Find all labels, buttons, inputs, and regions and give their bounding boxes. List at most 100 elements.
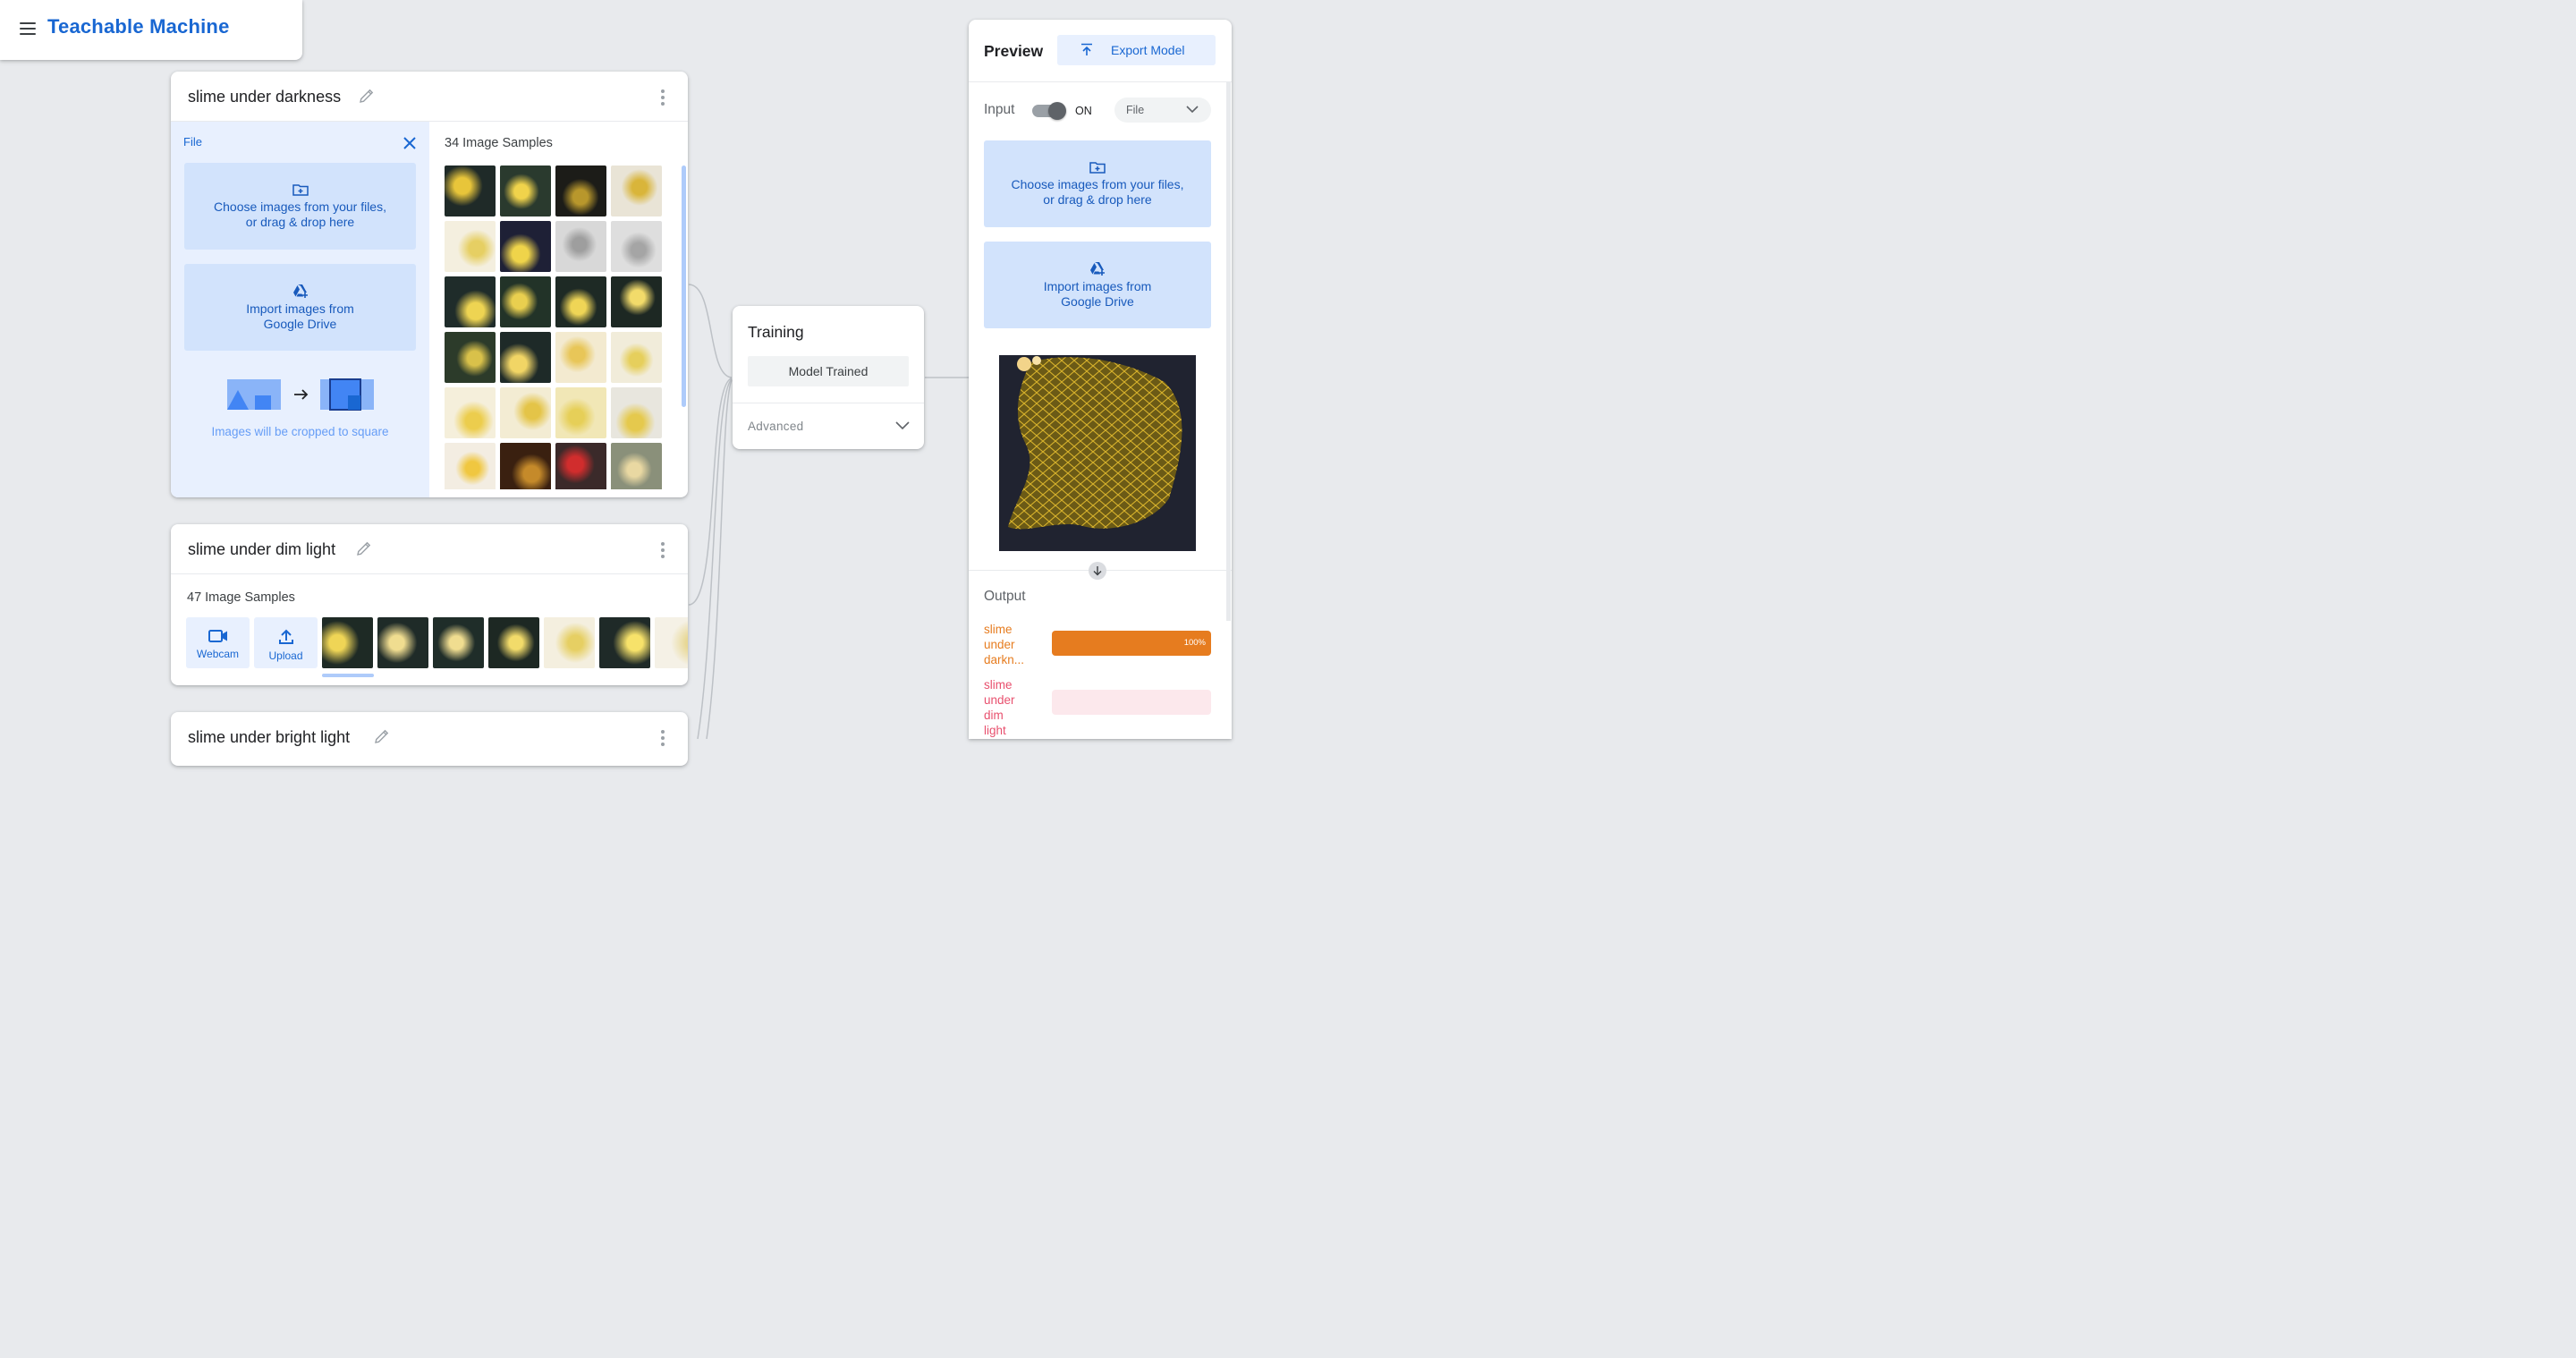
choose-files-line2: or drag & drop here bbox=[245, 214, 355, 229]
train-model-button[interactable]: Model Trained bbox=[748, 356, 909, 386]
chevron-down-icon bbox=[1186, 106, 1199, 114]
sample-count: 34 Image Samples bbox=[445, 136, 553, 150]
class-card-dim-light: slime under dim light 47 Image Samples W… bbox=[171, 524, 688, 685]
crop-note: Images will be cropped to square bbox=[211, 425, 389, 438]
folder-add-icon bbox=[1089, 161, 1106, 174]
sample-thumbnail[interactable] bbox=[488, 617, 539, 668]
class-header: slime under darkness bbox=[171, 72, 688, 122]
choose-files-line1: Choose images from your files, bbox=[1011, 176, 1184, 191]
google-drive-import-button[interactable]: Import images from Google Drive bbox=[184, 264, 416, 351]
sample-thumbnail[interactable] bbox=[544, 617, 595, 668]
drive-line1: Import images from bbox=[246, 301, 354, 316]
preview-image bbox=[999, 355, 1196, 551]
input-toggle-knob[interactable] bbox=[1048, 102, 1066, 120]
class-header: slime under dim light bbox=[171, 524, 688, 574]
sample-thumbnail[interactable] bbox=[500, 387, 551, 438]
output-label: Output bbox=[984, 589, 1026, 604]
input-source-select[interactable]: File bbox=[1114, 98, 1211, 123]
output-class-name-line: under bbox=[984, 693, 1015, 707]
file-panel-label: File bbox=[183, 135, 202, 149]
class-name[interactable]: slime under bright light bbox=[188, 728, 350, 747]
choose-files-dropzone[interactable]: Choose images from your files, or drag &… bbox=[184, 163, 416, 250]
sample-thumbnail[interactable] bbox=[599, 617, 650, 668]
sample-thumbnail[interactable] bbox=[433, 617, 484, 668]
arrow-down-icon bbox=[1089, 562, 1106, 580]
output-class-name-line: slime bbox=[984, 623, 1013, 636]
preview-title: Preview bbox=[984, 42, 1044, 60]
webcam-icon bbox=[208, 630, 227, 642]
output-class-name-line: dim bbox=[984, 709, 1004, 722]
confidence-bar-track bbox=[1052, 690, 1211, 715]
preview-panel: Preview Export Model Input ON File Choos… bbox=[969, 20, 1232, 739]
preview-scrollbar[interactable] bbox=[1226, 82, 1231, 621]
sample-thumbnail[interactable] bbox=[445, 332, 496, 383]
menu-icon[interactable] bbox=[20, 22, 36, 35]
app-header: Teachable Machine bbox=[0, 0, 302, 60]
sample-thumbnail[interactable] bbox=[611, 443, 662, 489]
google-drive-icon bbox=[292, 284, 308, 298]
more-options-icon[interactable] bbox=[661, 542, 665, 561]
sample-thumbnail[interactable] bbox=[555, 443, 606, 489]
close-icon[interactable] bbox=[402, 136, 417, 150]
sample-thumbnail[interactable] bbox=[445, 276, 496, 327]
sample-thumbnail[interactable] bbox=[500, 443, 551, 489]
output-class-name-line: light bbox=[984, 724, 1006, 737]
export-model-button[interactable]: Export Model bbox=[1057, 35, 1216, 65]
sample-thumbnail[interactable] bbox=[611, 221, 662, 272]
sample-thumbnail[interactable] bbox=[500, 221, 551, 272]
edit-pencil-icon[interactable] bbox=[373, 727, 391, 745]
sample-thumbnail[interactable] bbox=[611, 276, 662, 327]
output-class-name-line: slime bbox=[984, 678, 1013, 692]
sample-thumbnail[interactable] bbox=[555, 332, 606, 383]
sample-thumbnail[interactable] bbox=[322, 617, 373, 668]
upload-label: Upload bbox=[268, 649, 303, 662]
preview-choose-files-dropzone[interactable]: Choose images from your files, or drag &… bbox=[984, 140, 1211, 227]
sample-thumbnail[interactable] bbox=[377, 617, 428, 668]
choose-files-line2: or drag & drop here bbox=[1043, 191, 1152, 207]
webcam-label: Webcam bbox=[196, 648, 240, 660]
sample-thumbnail[interactable] bbox=[445, 387, 496, 438]
edit-pencil-icon[interactable] bbox=[358, 87, 376, 105]
google-drive-icon bbox=[1090, 261, 1105, 276]
upload-icon bbox=[278, 629, 293, 644]
sample-thumbnail[interactable] bbox=[555, 166, 606, 216]
more-options-icon[interactable] bbox=[661, 89, 665, 108]
output-class-name-line: under bbox=[984, 638, 1015, 651]
edit-pencil-icon[interactable] bbox=[355, 539, 373, 557]
sample-thumbnail[interactable] bbox=[500, 276, 551, 327]
output-class-name: slime under darkn... bbox=[984, 622, 1038, 667]
crop-to-square-illustration bbox=[227, 378, 374, 411]
sample-thumbnail[interactable] bbox=[655, 617, 688, 668]
output-class-name: slime under dim light bbox=[984, 677, 1038, 738]
sample-grid[interactable] bbox=[445, 166, 663, 489]
folder-add-icon bbox=[292, 183, 309, 196]
app-title[interactable]: Teachable Machine bbox=[47, 15, 230, 38]
sample-thumbnail[interactable] bbox=[445, 443, 496, 489]
export-icon bbox=[1081, 43, 1092, 55]
webcam-button[interactable]: Webcam bbox=[186, 617, 250, 668]
sample-thumbnail[interactable] bbox=[445, 166, 496, 216]
sample-thumbnail[interactable] bbox=[555, 387, 606, 438]
class-name[interactable]: slime under darkness bbox=[188, 88, 341, 106]
advanced-toggle[interactable]: Advanced bbox=[748, 420, 803, 433]
file-upload-panel: File Choose images from your files, or d… bbox=[171, 122, 429, 497]
chevron-down-icon[interactable] bbox=[895, 421, 910, 430]
more-options-icon[interactable] bbox=[661, 730, 665, 749]
confidence-bar-track: 100% bbox=[1052, 631, 1211, 656]
sample-thumbnail[interactable] bbox=[500, 166, 551, 216]
samples-scrollbar[interactable] bbox=[682, 166, 686, 407]
sample-thumbnail[interactable] bbox=[445, 221, 496, 272]
sample-thumbnail[interactable] bbox=[555, 221, 606, 272]
toggle-state: ON bbox=[1075, 105, 1092, 117]
sample-thumbnail[interactable] bbox=[611, 166, 662, 216]
sample-thumbnail[interactable] bbox=[555, 276, 606, 327]
preview-google-drive-button[interactable]: Import images from Google Drive bbox=[984, 242, 1211, 328]
class-card-bright-light: slime under bright light bbox=[171, 712, 688, 766]
output-class-name-line: darkn... bbox=[984, 653, 1025, 666]
strip-scroll-indicator[interactable] bbox=[322, 674, 374, 677]
upload-button[interactable]: Upload bbox=[254, 617, 318, 668]
sample-thumbnail[interactable] bbox=[611, 332, 662, 383]
sample-thumbnail[interactable] bbox=[500, 332, 551, 383]
sample-thumbnail[interactable] bbox=[611, 387, 662, 438]
class-name[interactable]: slime under dim light bbox=[188, 540, 335, 559]
